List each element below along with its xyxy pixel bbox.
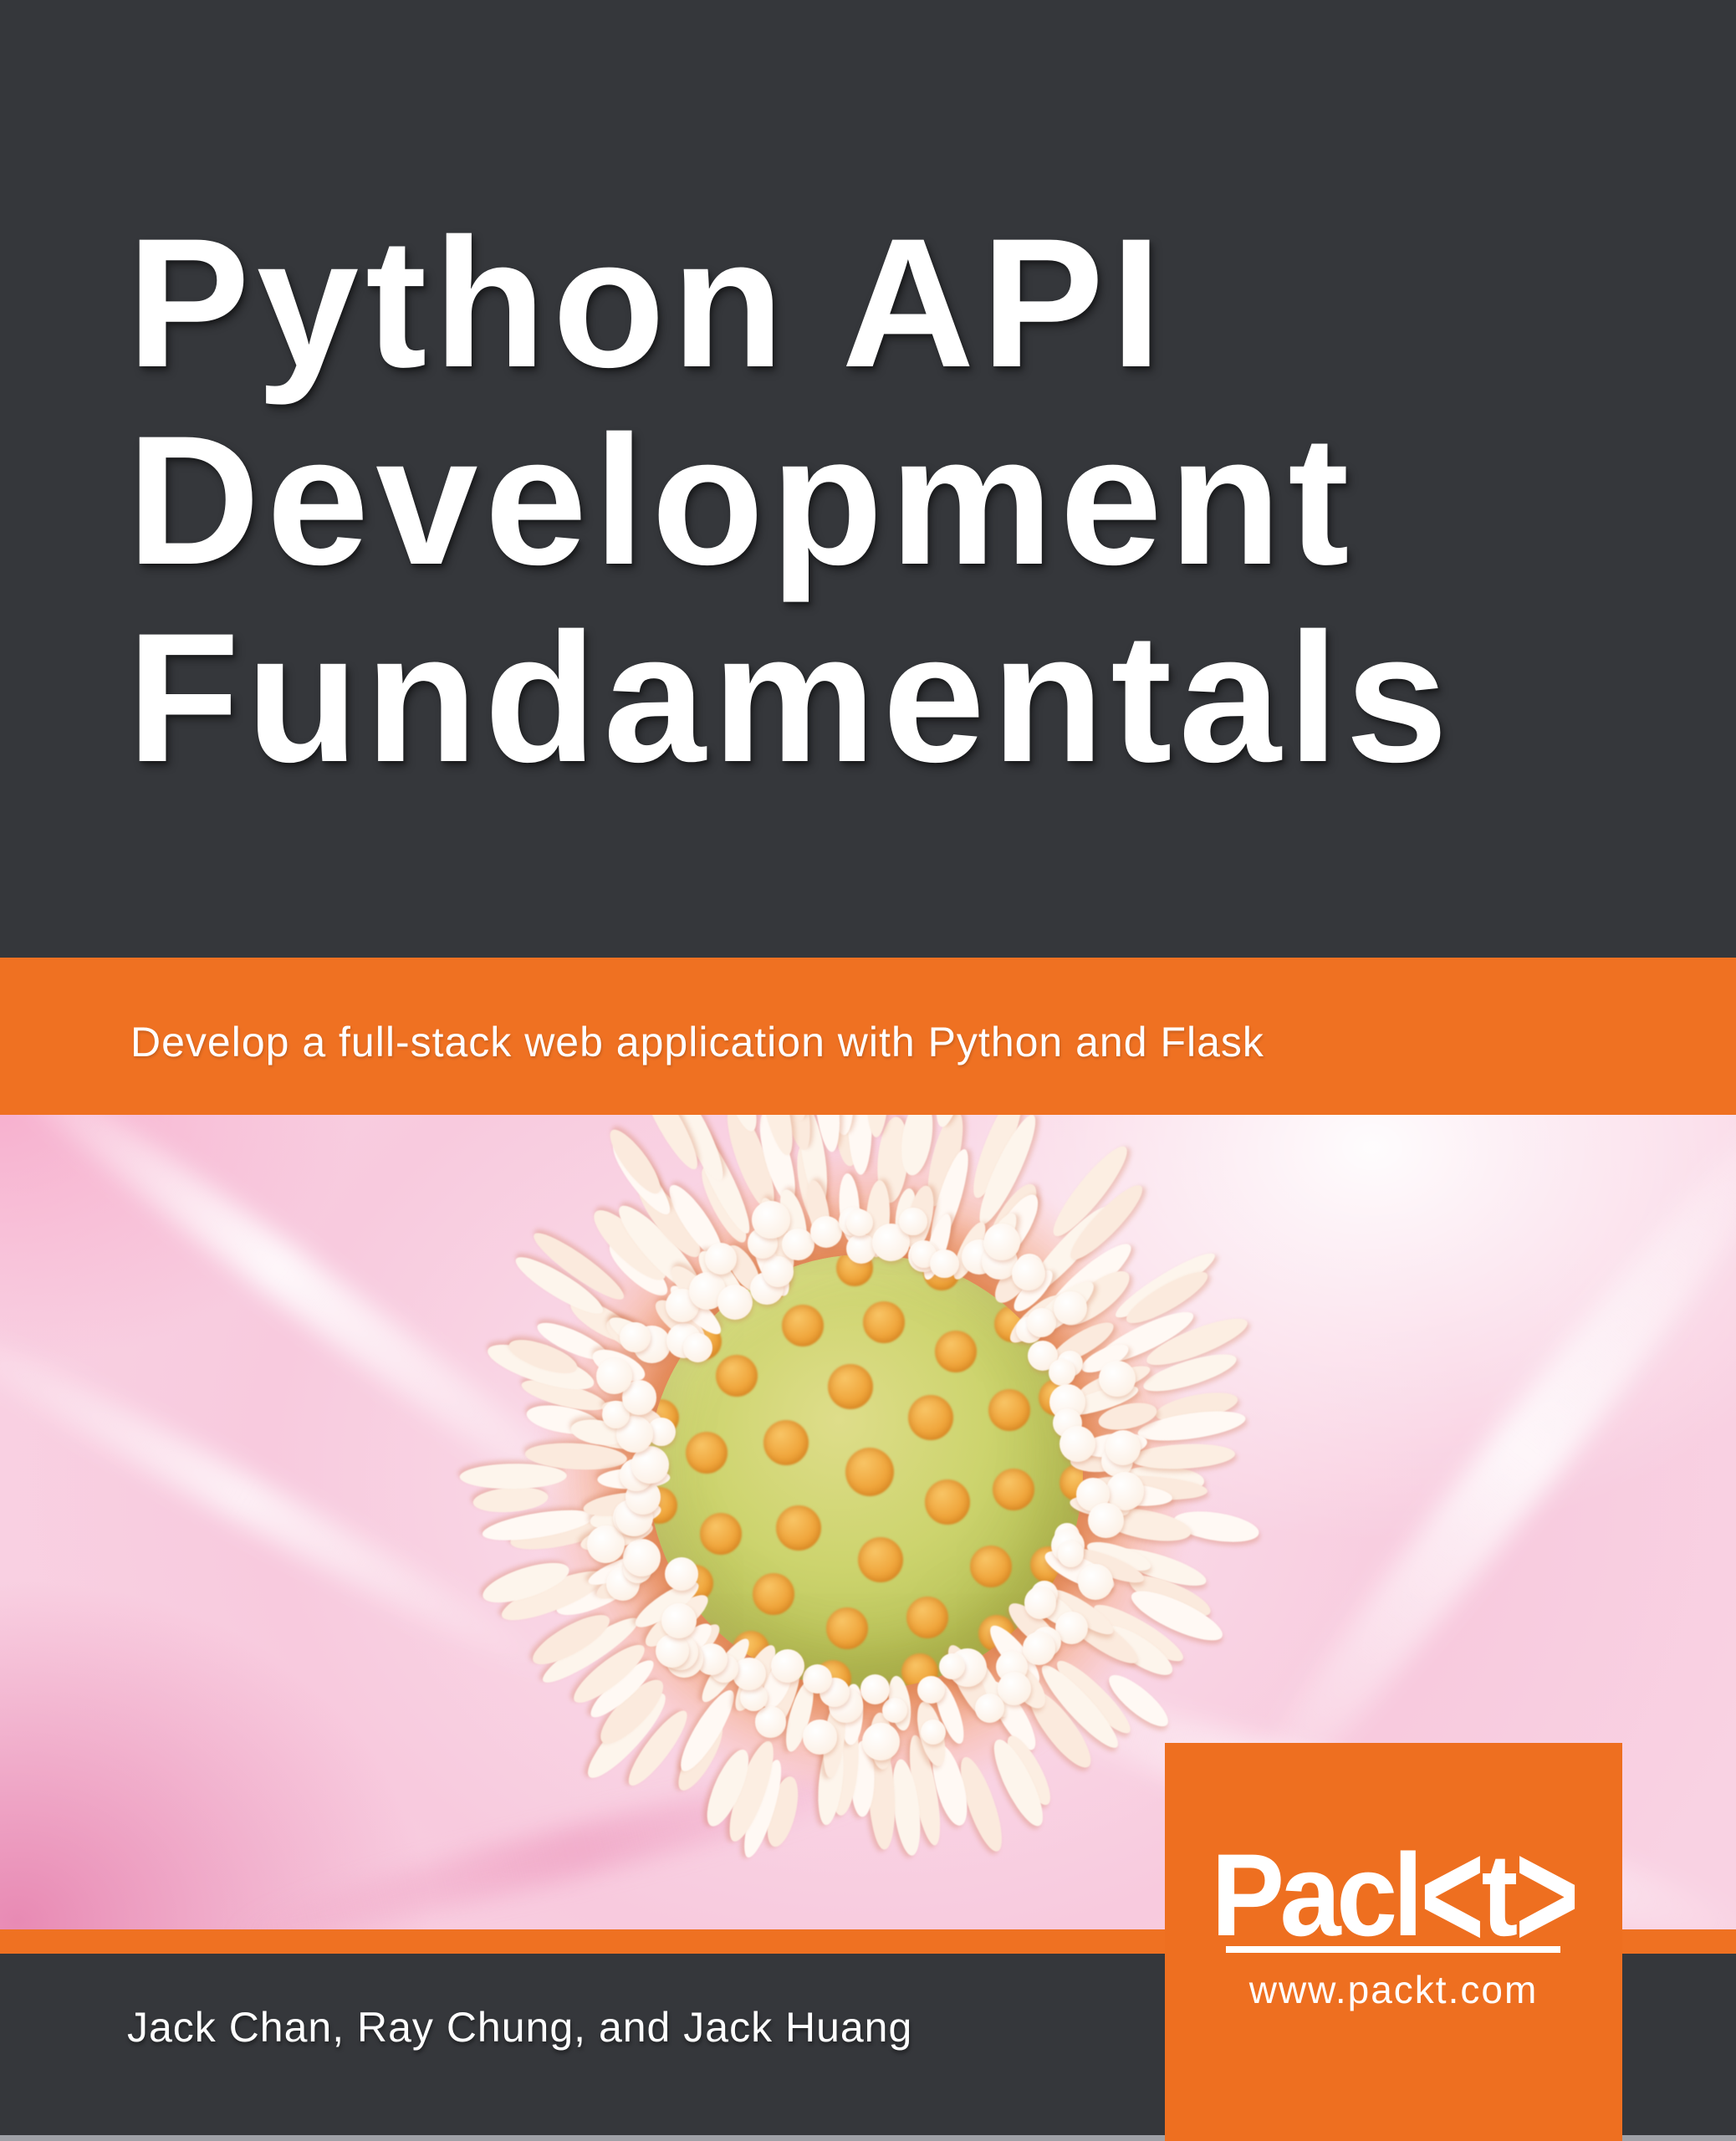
stamen-tip xyxy=(862,1723,900,1760)
stamen-tip xyxy=(1023,1632,1055,1664)
stamen-tip xyxy=(899,1208,927,1236)
book-cover: Python API Development Fundamentals Deve… xyxy=(0,0,1736,2141)
stamen-tip xyxy=(998,1672,1031,1705)
stamen-tip xyxy=(1012,1257,1044,1290)
book-title: Python API Development Fundamentals xyxy=(127,204,1454,796)
stamen-tip xyxy=(717,1285,753,1320)
stamen-tip xyxy=(1058,1541,1084,1566)
stamen-tip xyxy=(1099,1361,1136,1398)
stamen-tip xyxy=(810,1216,842,1248)
stamen xyxy=(1130,1442,1235,1471)
stamen-tip xyxy=(763,1256,794,1287)
packt-logo-k-stem: l xyxy=(1393,1829,1419,1960)
stamen-tip xyxy=(1059,1426,1095,1462)
stamen-tip xyxy=(846,1209,873,1236)
subtitle: Develop a full-stack web application wit… xyxy=(0,1006,1264,1066)
stamen-tip xyxy=(1054,1291,1087,1325)
stamen-tip xyxy=(656,1634,689,1668)
stamen-tip xyxy=(705,1243,737,1275)
packt-website: www.packt.com xyxy=(1165,1967,1622,2012)
subtitle-band: Develop a full-stack web application wit… xyxy=(0,958,1736,1115)
stamen-tip xyxy=(1078,1564,1114,1600)
stamen-tip xyxy=(1088,1503,1124,1539)
stamen-tip xyxy=(1105,1430,1141,1465)
packt-logo-underline xyxy=(1226,1946,1560,1953)
packt-logo: Pacl<t> xyxy=(1178,1837,1608,1954)
stamen-tip xyxy=(782,1229,814,1261)
stamen-tip xyxy=(803,1664,832,1694)
stamen-tip xyxy=(752,1201,790,1239)
authors: Jack Chan, Ray Chung, and Jack Huang xyxy=(127,2003,912,2052)
stamen xyxy=(472,1485,549,1515)
stamen-tip xyxy=(882,1698,907,1723)
stamen-tip xyxy=(620,1322,651,1353)
stamen-tip xyxy=(755,1706,787,1738)
title-line-3: Fundamentals xyxy=(127,599,1454,796)
stamen-tip xyxy=(930,1249,959,1279)
stamen-tip xyxy=(939,1653,965,1679)
packt-logo-box: Pacl<t> www.packt.com xyxy=(1165,1743,1622,2141)
stamen-tip xyxy=(921,1719,946,1745)
stamen-tip xyxy=(683,1333,712,1362)
stamen-tip xyxy=(623,1539,661,1576)
stamen-tip xyxy=(1049,1359,1075,1385)
packt-logo-letters: Pac xyxy=(1211,1829,1392,1960)
stamen-tip xyxy=(917,1676,945,1704)
stamen-tip xyxy=(771,1649,804,1683)
stamen xyxy=(459,1463,566,1490)
stamen-tip xyxy=(596,1358,632,1394)
stamen-tip xyxy=(1027,1308,1056,1337)
stamen-tip xyxy=(803,1719,838,1755)
stamen-tip xyxy=(733,1658,765,1690)
stamen-tip xyxy=(860,1674,890,1704)
stamen-tip xyxy=(975,1694,1004,1723)
packt-logo-t: t xyxy=(1481,1829,1513,1960)
stamen-tip xyxy=(983,1224,1020,1260)
title-line-2: Development xyxy=(127,401,1454,599)
title-line-1: Python API xyxy=(127,204,1454,401)
lotus-stamens xyxy=(464,1115,1267,1873)
